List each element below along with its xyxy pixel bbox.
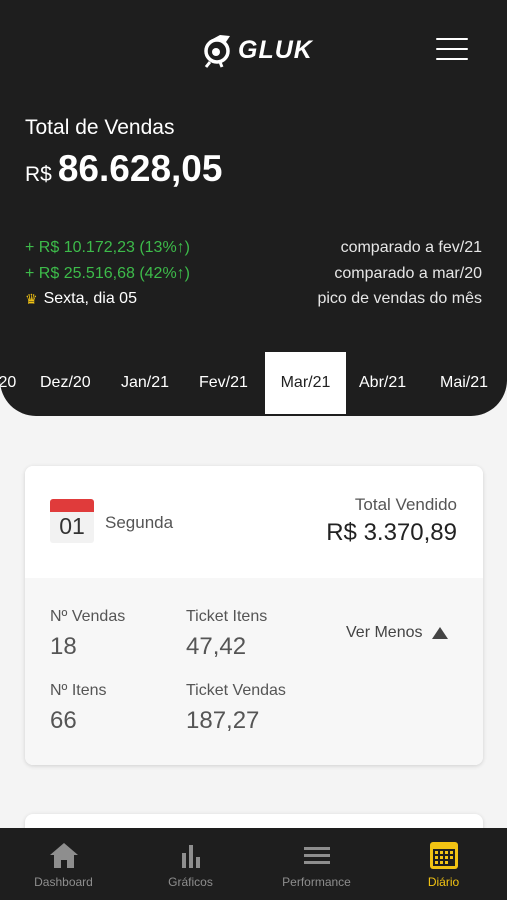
total-sales-amount: 86.628,05 — [57, 148, 223, 189]
hamburger-menu-button[interactable] — [436, 38, 468, 62]
bottom-tab-bar: Dashboard Gráficos Performance Diário — [0, 828, 507, 900]
comparison-value-2: + R$ 25.516,68 (42%↑) — [25, 265, 190, 282]
items-count-label: Nº Itens — [50, 682, 107, 699]
currency-symbol: R$ — [25, 163, 52, 186]
day-number: 01 — [59, 513, 85, 539]
month-tab[interactable]: Jan/21 — [121, 352, 169, 414]
comparison-value-1: + R$ 10.172,23 (13%↑) — [25, 239, 190, 256]
card-header: 01 Segunda Total Vendido R$ 3.370,89 — [25, 466, 483, 578]
card-details — [25, 578, 483, 765]
ticket-items-value: 47,42 — [186, 633, 247, 660]
total-sales: R$ 86.628,05 — [25, 148, 222, 190]
menu-line — [436, 38, 468, 40]
tab-dashboard[interactable]: Dashboard — [0, 828, 127, 900]
tab-diario[interactable]: Diário — [380, 828, 507, 900]
comparison-label-1: comparado a fev/21 — [340, 239, 482, 256]
gluk-logo-icon — [204, 35, 230, 68]
tab-label: Dashboard — [34, 875, 93, 889]
items-count-value: 66 — [50, 707, 77, 734]
daily-sales-card: 01 Segunda Total Vendido R$ 3.370,89 Nº … — [25, 466, 483, 765]
month-tab[interactable]: Fev/21 — [199, 352, 248, 414]
month-tab[interactable]: /20 — [0, 352, 16, 414]
calendar-top-bar — [50, 499, 94, 512]
sales-count-label: Nº Vendas — [50, 608, 126, 625]
calendar-icon — [429, 842, 458, 869]
tab-graficos[interactable]: Gráficos — [127, 828, 254, 900]
peak-day-label: pico de vendas do mês — [317, 290, 482, 307]
home-icon — [49, 843, 78, 868]
tab-performance[interactable]: Performance — [253, 828, 380, 900]
logo-text: GLUK — [238, 35, 313, 64]
ticket-sales-value: 187,27 — [186, 707, 260, 734]
app-logo: GLUK — [200, 30, 313, 70]
menu-line — [436, 58, 468, 60]
weekday-label: Segunda — [105, 513, 174, 532]
total-sold-value: R$ 3.370,89 — [326, 519, 457, 546]
bar-chart-icon — [181, 845, 200, 868]
month-selector: /20 Dez/20 Jan/21 Fev/21 Mar/21 Abr/21 M… — [0, 352, 507, 414]
total-sales-label: Total de Vendas — [25, 116, 175, 139]
triangle-up-icon — [432, 627, 449, 639]
tab-label: Gráficos — [168, 875, 213, 889]
peak-day: ♛ Sexta, dia 05 — [25, 290, 137, 308]
show-less-label: Ver Menos — [346, 624, 423, 641]
menu-lines-icon — [303, 847, 330, 864]
calendar-icon: 01 — [50, 499, 94, 543]
crown-icon: ♛ — [25, 290, 38, 307]
summary-header: GLUK Total de Vendas R$ 86.628,05 + R$ 1… — [0, 0, 507, 416]
sales-count-value: 18 — [50, 633, 77, 660]
month-tab-selected[interactable]: Mar/21 — [265, 352, 346, 414]
show-less-button[interactable]: Ver Menos — [346, 624, 449, 642]
tab-label: Diário — [427, 875, 460, 889]
month-tab[interactable]: Abr/21 — [359, 352, 406, 414]
month-tab[interactable]: Mai/21 — [440, 352, 488, 414]
menu-line — [436, 48, 468, 50]
month-tab[interactable]: Dez/20 — [40, 352, 91, 414]
comparison-label-2: comparado a mar/20 — [334, 265, 482, 282]
ticket-items-label: Ticket Itens — [186, 608, 268, 625]
tab-label: Performance — [282, 875, 351, 889]
ticket-sales-label: Ticket Vendas — [186, 682, 286, 699]
total-sold-label: Total Vendido — [354, 495, 457, 514]
peak-day-text: Sexta, dia 05 — [43, 290, 137, 307]
